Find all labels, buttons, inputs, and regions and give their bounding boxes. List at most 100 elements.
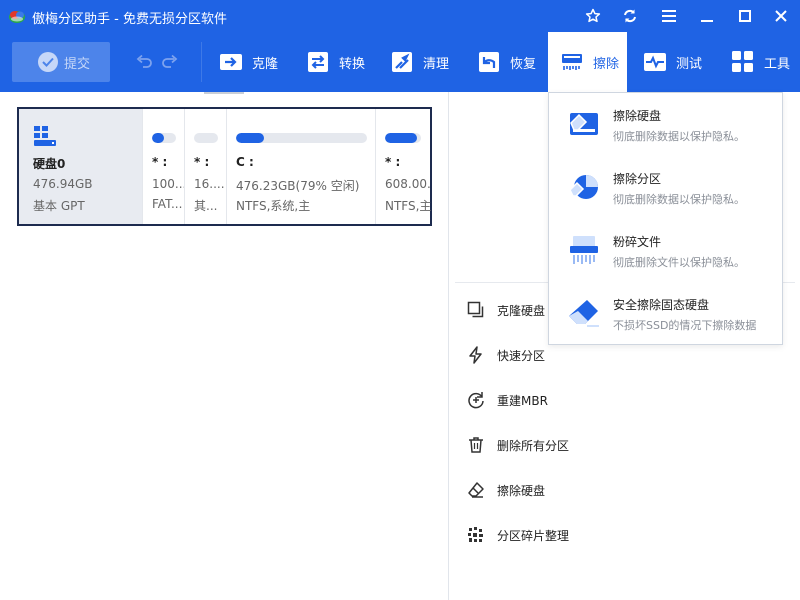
action-label: 擦除硬盘 bbox=[497, 482, 545, 499]
window-title: 傲梅分区助手 - 免费无损分区软件 bbox=[32, 8, 227, 27]
app-logo-icon bbox=[8, 8, 26, 24]
toolbar-tools-label: 工具 bbox=[764, 53, 790, 72]
toolbar-convert[interactable]: 转换 bbox=[306, 32, 365, 92]
partition-1[interactable]: * : 100... FAT... bbox=[142, 109, 184, 224]
tools-icon bbox=[731, 50, 755, 74]
menu-item-title: 粉碎文件 bbox=[613, 233, 661, 250]
shred-file-icon bbox=[567, 233, 601, 267]
toolbar-test[interactable]: 测试 bbox=[643, 32, 702, 92]
toolbar-clone[interactable]: 克隆 bbox=[219, 32, 278, 92]
close-icon[interactable] bbox=[762, 0, 800, 32]
rebuild-mbr-icon bbox=[467, 391, 485, 409]
toolbar-wipe-label: 擦除 bbox=[593, 53, 619, 72]
clone-disk-icon bbox=[467, 301, 485, 319]
partition-c[interactable]: C : 476.23GB(79% 空闲) NTFS,系统,主 bbox=[226, 109, 375, 224]
menu-item-desc: 彻底删除数据以保护隐私。 bbox=[613, 128, 745, 144]
menu-item-wipe-partition[interactable]: 擦除分区 彻底删除数据以保护隐私。 bbox=[549, 156, 782, 218]
partition-filesystem: NTFS,系统,主 bbox=[236, 197, 374, 214]
menu-item-shred-files[interactable]: 粉碎文件 彻底删除文件以保护隐私。 bbox=[549, 219, 782, 281]
app-window: 傲梅分区助手 - 免费无损分区软件 提交 bbox=[0, 0, 800, 600]
menu-item-desc: 彻底删除数据以保护隐私。 bbox=[613, 191, 745, 207]
partition-capacity: 608.00... bbox=[385, 177, 431, 191]
partition-capacity: 476.23GB(79% 空闲) bbox=[236, 177, 374, 194]
title-bar: 傲梅分区助手 - 免费无损分区软件 bbox=[0, 0, 800, 32]
toolbar-wipe[interactable]: 擦除 bbox=[548, 32, 627, 92]
wipe-icon bbox=[560, 50, 584, 74]
menu-item-title: 擦除分区 bbox=[613, 170, 661, 187]
action-label: 分区碎片整理 bbox=[497, 527, 569, 544]
disk-name: 硬盘0 bbox=[33, 155, 65, 172]
toolbar-cleanup[interactable]: 清理 bbox=[390, 32, 449, 92]
action-label: 快速分区 bbox=[497, 347, 545, 364]
menu-item-title: 擦除硬盘 bbox=[613, 107, 661, 124]
disk-info[interactable]: 硬盘0 476.94GB 基本 GPT bbox=[19, 109, 142, 224]
trash-icon bbox=[467, 436, 485, 454]
partition-filesystem: 其... bbox=[194, 197, 226, 214]
action-rebuild-mbr[interactable]: 重建MBR bbox=[467, 388, 548, 412]
partition-label: * : bbox=[152, 155, 167, 169]
maximize-icon[interactable] bbox=[726, 0, 764, 32]
eraser-icon bbox=[467, 481, 485, 499]
partition-label: * : bbox=[194, 155, 209, 169]
check-icon bbox=[38, 52, 58, 72]
action-label: 克隆硬盘 bbox=[497, 302, 545, 319]
partition-capacity: 16.... bbox=[194, 177, 226, 191]
menu-item-wipe-disk[interactable]: 擦除硬盘 彻底删除数据以保护隐私。 bbox=[549, 93, 782, 155]
refresh-icon[interactable] bbox=[611, 0, 649, 32]
toolbar-clone-label: 克隆 bbox=[252, 53, 278, 72]
main-toolbar: 提交 克隆 转换 清理 恢复 擦除 测试 bbox=[0, 32, 800, 92]
toolbar-recover[interactable]: 恢复 bbox=[477, 32, 536, 92]
partition-label: * : bbox=[385, 155, 400, 169]
action-clone-disk[interactable]: 克隆硬盘 bbox=[467, 298, 545, 322]
action-quick-partition[interactable]: 快速分区 bbox=[467, 343, 545, 367]
action-wipe-disk[interactable]: 擦除硬盘 bbox=[467, 478, 545, 502]
menu-icon[interactable] bbox=[650, 0, 688, 32]
partition-label: C : bbox=[236, 155, 254, 169]
partition-4[interactable]: * : 608.00... NTFS,主 bbox=[375, 109, 430, 224]
action-defrag[interactable]: 分区碎片整理 bbox=[467, 523, 569, 547]
toolbar-tools[interactable]: 工具 bbox=[731, 32, 790, 92]
convert-icon bbox=[306, 50, 330, 74]
disk-grid-icon bbox=[33, 125, 59, 147]
wipe-disk-icon bbox=[567, 107, 601, 141]
submit-label: 提交 bbox=[64, 53, 90, 72]
test-icon bbox=[643, 50, 667, 74]
minimize-icon[interactable] bbox=[688, 0, 726, 32]
recover-icon bbox=[477, 50, 501, 74]
menu-item-title: 安全擦除固态硬盘 bbox=[613, 296, 709, 313]
partition-filesystem: FAT... bbox=[152, 197, 184, 211]
toolbar-divider bbox=[201, 42, 202, 82]
partition-filesystem: NTFS,主 bbox=[385, 197, 431, 214]
menu-item-desc: 不损坏SSD的情况下擦除数据 bbox=[613, 317, 756, 333]
toolbar-recover-label: 恢复 bbox=[510, 53, 536, 72]
partition-capacity: 100... bbox=[152, 177, 184, 191]
action-label: 删除所有分区 bbox=[497, 437, 569, 454]
defrag-icon bbox=[467, 526, 485, 544]
partition-usage-bar bbox=[236, 133, 367, 143]
submit-button[interactable]: 提交 bbox=[12, 42, 110, 82]
wipe-partition-icon bbox=[567, 170, 601, 204]
star-icon[interactable] bbox=[574, 0, 612, 32]
splitter-handle[interactable] bbox=[204, 92, 244, 94]
redo-icon[interactable] bbox=[160, 52, 180, 72]
partition-usage-bar bbox=[385, 133, 421, 143]
partition-usage-bar bbox=[194, 133, 218, 143]
undo-icon[interactable] bbox=[134, 52, 154, 72]
eraser-icon bbox=[567, 296, 601, 330]
toolbar-cleanup-label: 清理 bbox=[423, 53, 449, 72]
wipe-dropdown-menu: 擦除硬盘 彻底删除数据以保护隐私。 擦除分区 彻底删除数据以保护隐私。 粉碎文件… bbox=[548, 92, 783, 345]
action-delete-all-partitions[interactable]: 删除所有分区 bbox=[467, 433, 569, 457]
menu-item-secure-erase-ssd[interactable]: 安全擦除固态硬盘 不损坏SSD的情况下擦除数据 bbox=[549, 282, 782, 344]
disk-map-panel: 硬盘0 476.94GB 基本 GPT * : 100... FAT... * … bbox=[0, 92, 448, 600]
disk-size: 476.94GB bbox=[33, 177, 93, 191]
cleanup-icon bbox=[390, 50, 414, 74]
lightning-icon bbox=[467, 346, 485, 364]
partition-usage-bar bbox=[152, 133, 176, 143]
menu-item-desc: 彻底删除文件以保护隐私。 bbox=[613, 254, 745, 270]
disk-card[interactable]: 硬盘0 476.94GB 基本 GPT * : 100... FAT... * … bbox=[17, 107, 432, 226]
disk-type: 基本 GPT bbox=[33, 197, 85, 214]
toolbar-convert-label: 转换 bbox=[339, 53, 365, 72]
partition-2[interactable]: * : 16.... 其... bbox=[184, 109, 226, 224]
clone-icon bbox=[219, 50, 243, 74]
action-label: 重建MBR bbox=[497, 392, 548, 409]
